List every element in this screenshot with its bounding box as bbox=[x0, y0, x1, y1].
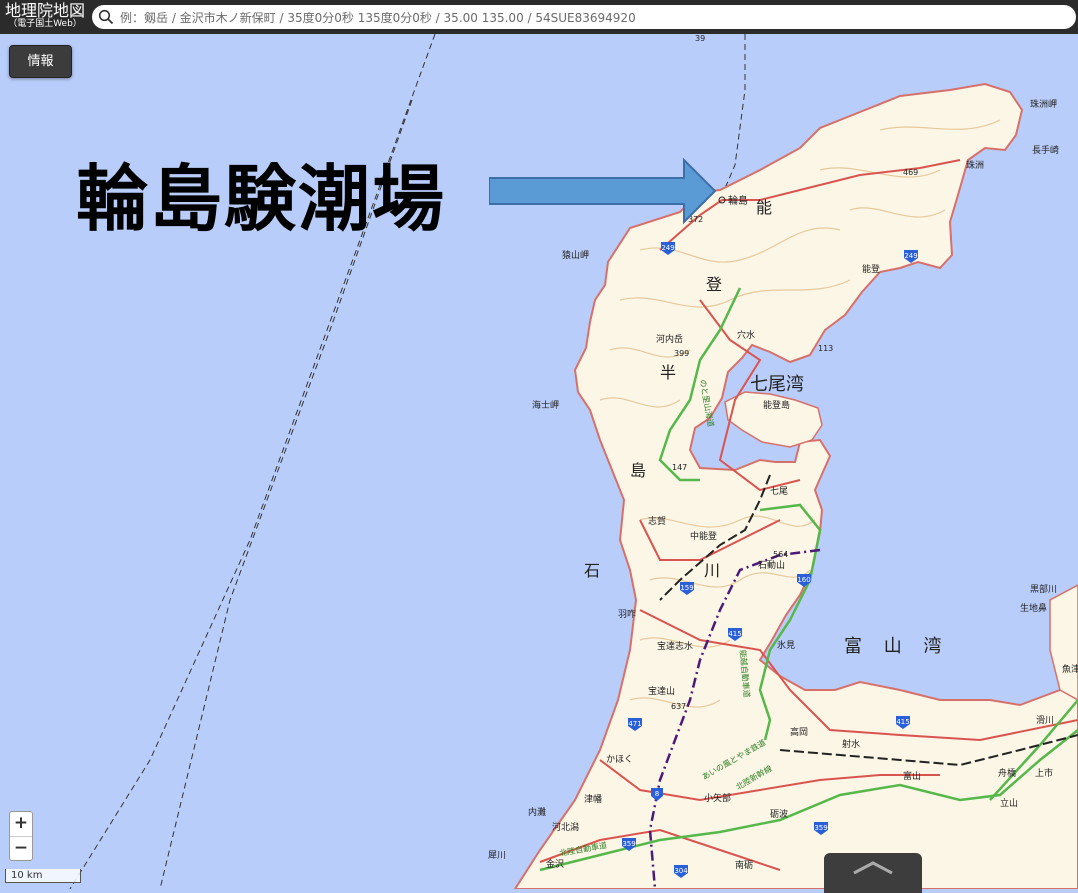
label-toyamabay: 富 山 湾 bbox=[844, 636, 949, 657]
top-bar: 地理院地図 （電子国土Web） bbox=[0, 0, 1078, 34]
annotation-title: 輪島験潮場 bbox=[76, 157, 447, 241]
elev-113: 113 bbox=[818, 344, 833, 353]
label-kurobegawa: 黒部川 bbox=[1030, 583, 1057, 595]
label-ikuji: 生地鼻 bbox=[1020, 602, 1047, 614]
zoom-control: + − bbox=[9, 811, 33, 861]
elev-564: 564 bbox=[773, 550, 788, 559]
svg-text:359: 359 bbox=[622, 840, 635, 848]
label-sarusan: 猿山岬 bbox=[562, 249, 589, 261]
label-oyabe: 小矢部 bbox=[704, 792, 731, 804]
label-kamiichi: 上市 bbox=[1035, 767, 1053, 779]
label-saigawa: 犀川 bbox=[488, 850, 506, 861]
label-kaishi: 海士岬 bbox=[532, 399, 559, 411]
info-button[interactable]: 情報 bbox=[9, 45, 72, 78]
label-kahoku: かほく bbox=[606, 754, 633, 765]
label-suzumisaki: 珠洲岬 bbox=[1030, 98, 1057, 110]
label-takaoka: 高岡 bbox=[790, 726, 808, 738]
annotation-arrow-icon bbox=[489, 157, 717, 225]
label-nanto: 南砺 bbox=[735, 859, 753, 871]
label-shika: 志賀 bbox=[648, 515, 666, 527]
label-pref-1: 石 bbox=[584, 561, 600, 580]
label-noto-town: 能登 bbox=[862, 263, 880, 275]
label-nagate: 長手崎 bbox=[1032, 144, 1059, 156]
label-namerikawa: 滑川 bbox=[1036, 715, 1054, 726]
label-peninsula-3: 半 bbox=[660, 363, 676, 382]
label-himi: 氷見 bbox=[777, 639, 795, 651]
label-notojima: 能登島 bbox=[763, 399, 790, 411]
svg-text:249: 249 bbox=[661, 244, 674, 252]
magnifier-icon[interactable] bbox=[98, 9, 114, 25]
label-nanaobay: 七尾湾 bbox=[750, 374, 804, 395]
zoom-in-button[interactable]: + bbox=[10, 812, 32, 837]
label-hakui: 羽咋 bbox=[618, 608, 636, 620]
label-anamizu: 穴水 bbox=[737, 329, 755, 341]
label-kahokugata: 河北潟 bbox=[552, 821, 579, 833]
bottom-panel-toggle[interactable] bbox=[824, 853, 922, 893]
elev-469: 469 bbox=[903, 168, 918, 177]
label-tsubata: 津幡 bbox=[584, 793, 602, 805]
elev-637: 637 bbox=[671, 702, 686, 711]
label-tateyama: 立山 bbox=[1000, 797, 1018, 809]
search-input[interactable] bbox=[118, 7, 1062, 29]
logo-subtitle: （電子国土Web） bbox=[8, 19, 82, 29]
label-wajima: 輪島 bbox=[728, 194, 748, 207]
svg-text:304: 304 bbox=[674, 867, 688, 875]
svg-text:471: 471 bbox=[628, 720, 641, 728]
label-suzu: 珠洲 bbox=[966, 159, 984, 171]
logo-title: 地理院地図 bbox=[4, 1, 85, 20]
label-toyama: 富山 bbox=[903, 770, 921, 782]
label-tonami: 砺波 bbox=[770, 808, 788, 820]
svg-text:249: 249 bbox=[904, 252, 917, 260]
label-peninsula-1: 能 bbox=[756, 198, 772, 217]
label-hodatsuzan: 宝達山 bbox=[648, 685, 675, 697]
label-uchinada: 内灘 bbox=[528, 806, 546, 818]
svg-text:8: 8 bbox=[655, 790, 659, 798]
svg-text:359: 359 bbox=[814, 824, 827, 832]
label-imizu: 射水 bbox=[842, 738, 860, 750]
chevron-up-icon bbox=[853, 861, 893, 875]
search-box[interactable] bbox=[92, 5, 1076, 29]
svg-text:159: 159 bbox=[680, 584, 693, 592]
svg-text:415: 415 bbox=[896, 718, 909, 726]
label-nanao: 七尾 bbox=[770, 486, 788, 497]
label-nakanoto: 中能登 bbox=[690, 530, 717, 542]
label-sekidozan: 石動山 bbox=[758, 560, 785, 571]
label-hodatsushimizu: 宝達志水 bbox=[657, 640, 693, 652]
elev-399: 399 bbox=[674, 349, 689, 358]
svg-text:160: 160 bbox=[797, 576, 810, 584]
svg-text:415: 415 bbox=[728, 630, 741, 638]
label-kanazawa: 金沢 bbox=[546, 858, 564, 870]
label-kochidake: 河内岳 bbox=[656, 333, 683, 345]
zoom-out-button[interactable]: − bbox=[10, 837, 32, 861]
site-logo[interactable]: 地理院地図 （電子国土Web） bbox=[3, 3, 87, 29]
label-peninsula-4: 島 bbox=[630, 461, 646, 480]
label-peninsula-2: 登 bbox=[706, 275, 722, 294]
label-uozu: 魚津 bbox=[1062, 663, 1078, 675]
label-funahashi: 舟橋 bbox=[998, 767, 1016, 779]
label-pref-2: 川 bbox=[704, 561, 720, 580]
elev-39: 39 bbox=[695, 34, 705, 43]
elev-147: 147 bbox=[672, 463, 687, 472]
scale-bar: 10 km bbox=[5, 869, 81, 883]
